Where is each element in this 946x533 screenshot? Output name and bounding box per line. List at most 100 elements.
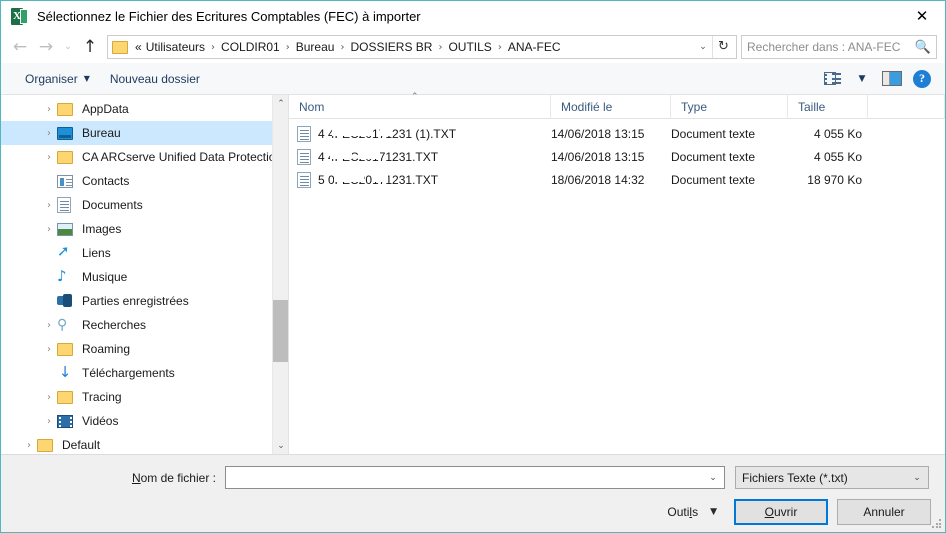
sidebar-item-label: Musique xyxy=(82,270,128,284)
scrollbar-thumb[interactable] xyxy=(273,300,288,362)
table-row[interactable]: 4 4FEC20171231.TXT 14/06/2018 13:15 Docume… xyxy=(289,145,945,168)
column-header-modified[interactable]: Modifié le xyxy=(551,94,671,119)
sidebar-item-images[interactable]: › Images xyxy=(1,217,288,241)
text-file-icon xyxy=(297,125,311,142)
contacts-icon xyxy=(57,173,75,189)
chevron-down-icon[interactable]: ⌄ xyxy=(694,42,712,52)
command-bar: Organiser ▼ Nouveau dossier ▼ ? xyxy=(1,63,945,95)
expand-chevron-icon[interactable]: › xyxy=(41,152,57,163)
file-list-pane: ⌃ Nom Modifié le Type Taille 4 4FEC20171… xyxy=(289,92,945,454)
filetype-value: Fichiers Texte (*.txt) xyxy=(742,470,848,485)
address-bar[interactable]: « Utilisateurs › COLDIR01 › Bureau › DOS… xyxy=(107,35,737,59)
view-options-button[interactable] xyxy=(817,66,847,92)
sidebar-item-musique[interactable]: ♪ Musique xyxy=(1,265,288,289)
sidebar-item-appdata[interactable]: › AppData xyxy=(1,97,288,121)
expand-chevron-icon[interactable]: › xyxy=(41,128,57,139)
preview-pane-button[interactable] xyxy=(877,66,907,92)
open-button[interactable]: Ouvrir xyxy=(734,499,828,525)
search-input[interactable]: Rechercher dans : ANA-FEC 🔍 xyxy=(741,35,937,59)
recent-locations-button[interactable]: ⌄ xyxy=(59,34,77,60)
chevron-down-icon: ▼ xyxy=(83,74,90,83)
chevron-down-icon[interactable]: ⌄ xyxy=(704,473,722,483)
sidebar-item-label: Vidéos xyxy=(82,414,119,428)
expand-chevron-icon[interactable]: › xyxy=(41,224,57,235)
sidebar-scrollbar[interactable]: ⌃ ⌄ xyxy=(272,95,288,454)
scroll-up-icon[interactable]: ⌃ xyxy=(273,95,288,112)
sidebar-item-label: AppData xyxy=(82,102,129,116)
file-name-cell: 4 4FEC20171231.TXT xyxy=(289,147,551,165)
help-icon: ? xyxy=(913,69,931,88)
breadcrumb-item-6[interactable]: ANA-FEC xyxy=(506,40,563,54)
expand-chevron-icon[interactable]: › xyxy=(41,344,57,355)
folder-icon xyxy=(112,40,128,54)
expand-chevron-icon[interactable]: › xyxy=(21,440,37,451)
forward-button[interactable]: → xyxy=(33,34,59,60)
redaction-mask xyxy=(330,147,352,159)
sidebar-item-recherches[interactable]: › ⚲ Recherches xyxy=(1,313,288,337)
sidebar-item-t-l-chargements[interactable]: ↓ Téléchargements xyxy=(1,361,288,385)
sidebar-item-liens[interactable]: Liens xyxy=(1,241,288,265)
sidebar-item-parties-enregistr-es[interactable]: Parties enregistrées xyxy=(1,289,288,313)
table-row[interactable]: 4 4FEC20171231 (1).TXT 14/06/2018 13:15 Do… xyxy=(289,122,945,145)
breadcrumb-item-0[interactable]: « xyxy=(133,40,144,54)
sidebar-item-roaming[interactable]: › Roaming xyxy=(1,337,288,361)
file-rows: 4 4FEC20171231 (1).TXT 14/06/2018 13:15 Do… xyxy=(289,119,945,454)
up-button[interactable]: ↑ xyxy=(77,34,103,60)
filename-row: Nom de fichier : ⌄ Fichiers Texte (*.txt… xyxy=(1,455,945,489)
sidebar-item-default[interactable]: › Default xyxy=(1,433,288,454)
dialog-footer: Nom de fichier : ⌄ Fichiers Texte (*.txt… xyxy=(1,454,945,532)
chevron-down-icon[interactable]: ⌄ xyxy=(908,473,926,483)
sidebar-item-label: Parties enregistrées xyxy=(82,294,189,308)
links-icon xyxy=(57,242,75,261)
file-size-cell: 4 055 Ko xyxy=(813,149,862,164)
expand-chevron-icon[interactable]: › xyxy=(41,416,57,427)
filename-label-rest: om de fichier : xyxy=(140,470,216,485)
sidebar-item-label: Default xyxy=(62,438,101,452)
filename-input[interactable]: ⌄ xyxy=(225,466,725,489)
sidebar-item-label: Recherches xyxy=(82,318,147,332)
tools-button[interactable]: Outils ▼ xyxy=(667,505,717,519)
scroll-down-icon[interactable]: ⌄ xyxy=(273,437,288,454)
table-row[interactable]: 5 0FEC20171231.TXT 18/06/2018 14:32 Docume… xyxy=(289,168,945,191)
redaction-mask xyxy=(380,124,392,136)
breadcrumb-item-2[interactable]: COLDIR01 xyxy=(219,40,282,54)
expand-chevron-icon[interactable]: › xyxy=(41,200,57,211)
folder-tree: › AppData › Bureau › CA ARCserve Unified Data… xyxy=(1,95,288,454)
expand-chevron-icon[interactable]: › xyxy=(41,104,57,115)
folder-icon xyxy=(57,341,75,357)
organize-button[interactable]: Organiser ▼ xyxy=(15,66,100,92)
breadcrumb-item-1[interactable]: Utilisateurs xyxy=(144,40,207,54)
new-folder-button[interactable]: Nouveau dossier xyxy=(100,66,210,92)
expand-chevron-icon[interactable]: › xyxy=(41,392,57,403)
redaction-mask xyxy=(334,170,364,182)
dialog-body: › AppData › Bureau › CA ARCserve Unified Data… xyxy=(1,92,945,454)
breadcrumb-item-5[interactable]: OUTILS xyxy=(446,40,493,54)
column-header-name[interactable]: Nom xyxy=(289,94,551,119)
cancel-button[interactable]: Annuler xyxy=(837,499,931,525)
breadcrumb-item-3[interactable]: Bureau xyxy=(294,40,337,54)
view-options-dropdown[interactable]: ▼ xyxy=(847,66,877,92)
resize-grip[interactable] xyxy=(932,519,942,529)
sidebar-item-ca-arcserve-unified-data-protectio[interactable]: › CA ARCserve Unified Data Protectio xyxy=(1,145,288,169)
sidebar-item-bureau[interactable]: › Bureau xyxy=(1,121,288,145)
file-size-cell: 4 055 Ko xyxy=(813,126,862,141)
sidebar-item-contacts[interactable]: Contacts xyxy=(1,169,288,193)
sidebar-item-vid-os[interactable]: › Vidéos xyxy=(1,409,288,433)
excel-icon: X xyxy=(11,7,28,25)
chevron-right-icon: › xyxy=(497,41,502,53)
column-header-size[interactable]: Taille xyxy=(788,94,868,119)
column-header-type[interactable]: Type xyxy=(671,94,788,119)
close-icon[interactable]: ✕ xyxy=(899,1,945,31)
expand-chevron-icon[interactable]: › xyxy=(41,320,57,331)
sidebar-item-documents[interactable]: › Documents xyxy=(1,193,288,217)
filetype-select[interactable]: Fichiers Texte (*.txt) ⌄ xyxy=(735,466,929,489)
file-name-text: 4 4FEC20171231 (1).TXT xyxy=(318,124,457,141)
refresh-icon[interactable]: ↻ xyxy=(712,36,734,58)
help-button[interactable]: ? xyxy=(907,66,937,92)
folder-icon xyxy=(37,437,55,453)
open-label-rest: uvrir xyxy=(774,505,798,519)
back-button[interactable]: ← xyxy=(7,34,33,60)
sidebar-item-tracing[interactable]: › Tracing xyxy=(1,385,288,409)
breadcrumb-item-4[interactable]: DOSSIERS BR xyxy=(348,40,434,54)
filename-label: Nom de fichier : xyxy=(13,471,225,485)
